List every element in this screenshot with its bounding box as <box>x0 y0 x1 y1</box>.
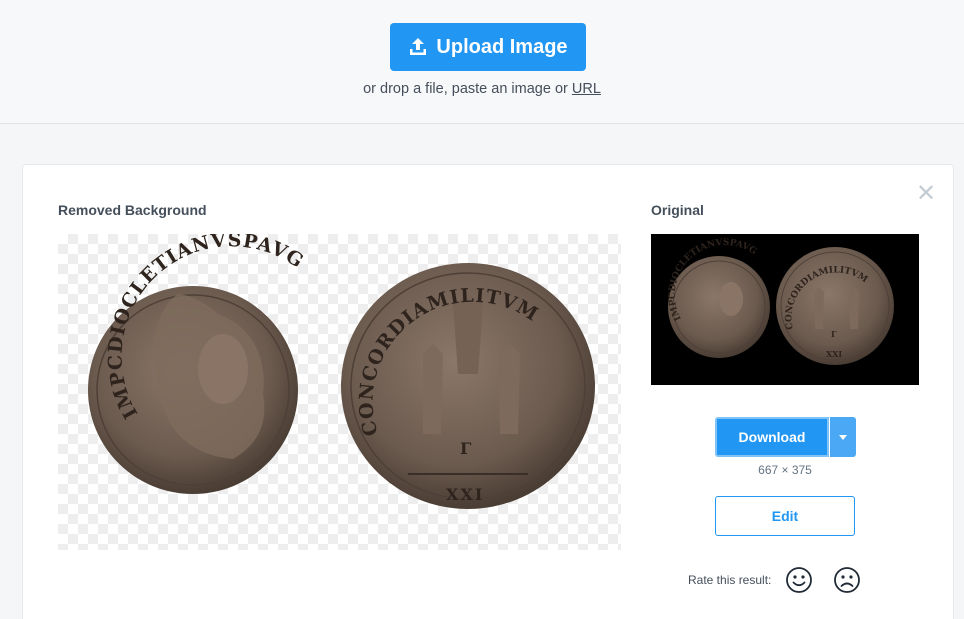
right-coin: CONCORDIAMILITVM Γ XXI <box>341 263 595 509</box>
frown-icon[interactable] <box>833 566 861 594</box>
download-options-button[interactable] <box>830 417 856 457</box>
smile-icon[interactable] <box>785 566 813 594</box>
upload-header: Upload Image or drop a file, paste an im… <box>0 0 964 124</box>
original-right-coin: CONCORDIAMILITVM Γ XXI <box>776 247 894 365</box>
coins-original: IMPCDIOCLETIANVSPAVG CONCORDIAMILITVM Γ … <box>668 238 894 365</box>
right-coin-exergue: XXI <box>446 485 484 504</box>
left-coin: IMPCDIOCLETIANVSPAVG <box>88 234 307 494</box>
original-right-coin-mark: Γ <box>831 329 837 339</box>
rating-row: Rate this result: <box>688 566 881 594</box>
upload-icon <box>410 38 427 55</box>
original-right-coin-exergue: XXI <box>826 349 842 359</box>
close-icon[interactable]: ✕ <box>915 182 937 206</box>
removed-background-preview: IMPCDIOCLETIANVSPAVG CONCORDIAMILITVM Γ … <box>58 234 621 550</box>
download-group: Download <box>715 417 856 457</box>
download-button[interactable]: Download <box>715 417 829 457</box>
original-preview: IMPCDIOCLETIANVSPAVG CONCORDIAMILITVM Γ … <box>651 234 919 385</box>
url-link[interactable]: URL <box>572 81 601 97</box>
original-label: Original <box>651 202 704 218</box>
drop-hint: or drop a file, paste an image or URL <box>0 81 964 97</box>
upload-image-button[interactable]: Upload Image <box>390 23 586 71</box>
coins-transparent: IMPCDIOCLETIANVSPAVG CONCORDIAMILITVM Γ … <box>88 234 595 509</box>
drop-hint-text: or drop a file, paste an image or <box>363 81 572 97</box>
right-coin-mark: Γ <box>460 439 472 458</box>
rate-label: Rate this result: <box>688 573 772 587</box>
result-card: ✕ Removed Background Original IMPCDIOCLE… <box>22 164 954 619</box>
removed-background-label: Removed Background <box>58 202 207 218</box>
upload-label: Upload Image <box>436 35 568 58</box>
original-left-coin: IMPCDIOCLETIANVSPAVG <box>668 238 770 358</box>
chevron-down-icon <box>839 434 847 440</box>
image-dimensions: 667 × 375 <box>758 463 812 477</box>
edit-button[interactable]: Edit <box>715 496 855 536</box>
